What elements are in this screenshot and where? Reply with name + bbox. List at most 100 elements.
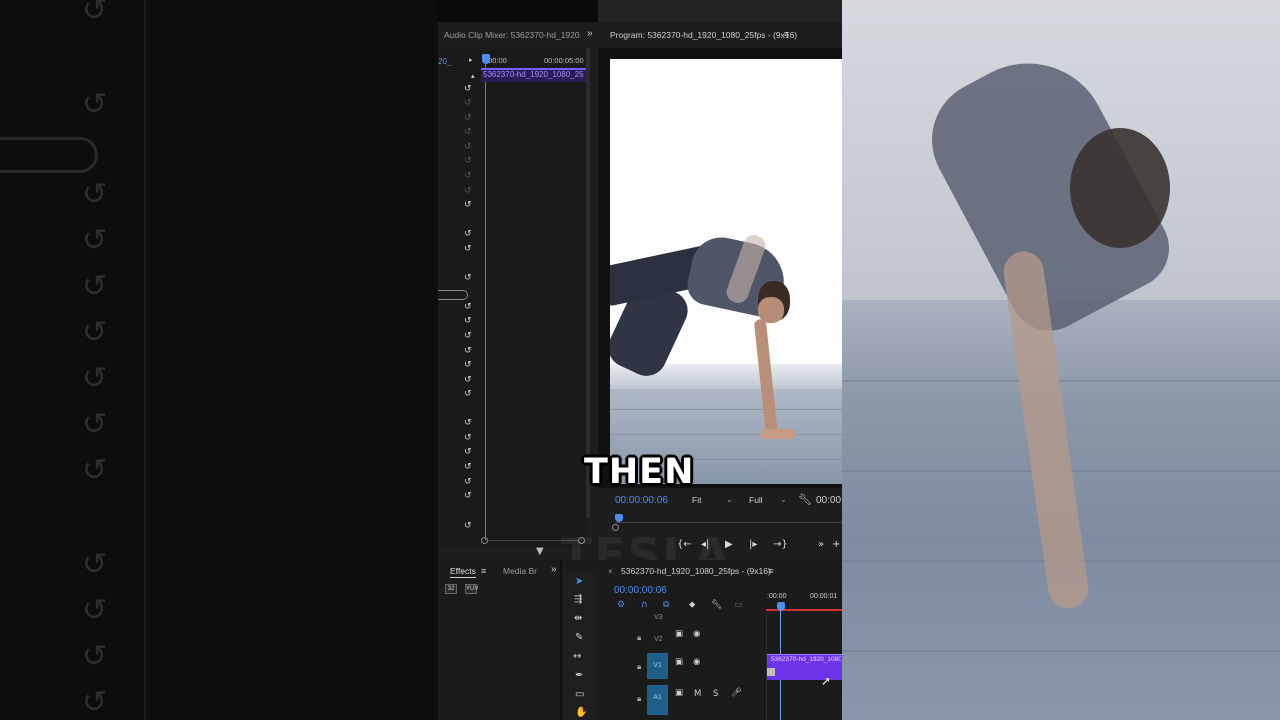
program-playhead[interactable] — [615, 514, 623, 522]
reset-undo-icon[interactable]: ↺ — [464, 491, 474, 501]
reset-undo-icon[interactable]: ↺ — [464, 331, 474, 341]
tab-program-monitor[interactable]: Program: 5362370-hd_1920_1080_25fps - (9… — [610, 30, 797, 40]
mark-out-button[interactable]: →} — [773, 539, 788, 550]
reset-undo-icon[interactable]: ↺ — [464, 98, 474, 108]
reset-undo-icon[interactable]: ↺ — [464, 433, 474, 443]
scroll-handle-left[interactable] — [612, 524, 619, 531]
eye-icon[interactable]: ◉ — [693, 629, 700, 639]
reset-undo-icon[interactable]: ↺ — [464, 84, 474, 94]
chevron-down-icon[interactable]: ⌄ — [780, 495, 787, 504]
solo-button[interactable]: S — [713, 689, 718, 699]
mixer-vertical-scrollbar[interactable] — [586, 48, 590, 518]
mixer-pill-field[interactable] — [438, 290, 468, 300]
panel-expand-icon[interactable]: » — [551, 564, 557, 575]
filter-icon[interactable]: ▼ — [536, 546, 544, 557]
reset-undo-icon[interactable]: ↺ — [464, 156, 474, 166]
lock-icon[interactable]: 🔒︎ — [637, 662, 641, 672]
razor-tool-icon[interactable]: ✎ — [575, 632, 583, 643]
more-controls-button[interactable]: » — [818, 539, 824, 550]
mouse-cursor-icon: ➚ — [821, 674, 832, 688]
reset-undo-icon[interactable]: ↺ — [464, 375, 474, 385]
reset-undo-icon[interactable]: ↺ — [464, 360, 474, 370]
lock-icon[interactable]: 🔒︎ — [637, 694, 641, 704]
panel-menu-icon[interactable]: ≡ — [481, 566, 486, 576]
track-label-v3: V3 — [654, 614, 663, 621]
track-target-v1[interactable]: V1 — [647, 653, 668, 679]
tab-media-browser[interactable]: Media Br — [503, 566, 537, 576]
mixer-playhead[interactable] — [482, 54, 490, 64]
32-bit-filter-button[interactable]: 32 — [445, 584, 457, 594]
rectangle-tool-icon[interactable]: ▭ — [575, 689, 584, 700]
play-icon[interactable]: ▸ — [469, 56, 473, 64]
reset-undo-icon[interactable]: ↺ — [464, 200, 474, 210]
timeline-timecode[interactable]: 00:00:00:06 — [614, 585, 667, 596]
resolution-select[interactable]: Full — [749, 495, 763, 505]
undo-icon: ↺ — [82, 223, 108, 258]
pen-tool-icon[interactable]: ✒ — [575, 670, 583, 681]
play-button[interactable]: ▶ — [725, 539, 733, 550]
undo-icon: ↺ — [82, 0, 108, 28]
mark-in-button[interactable]: {← — [677, 539, 692, 550]
reset-undo-icon[interactable]: ↺ — [464, 346, 474, 356]
reset-undo-icon[interactable]: ↺ — [464, 316, 474, 326]
timeline-settings-icon[interactable]: 🔧︎ — [711, 600, 722, 610]
floor-line — [842, 380, 1280, 382]
panel-expand-icon[interactable]: » — [587, 28, 593, 39]
track-target-a1[interactable]: A1 — [647, 685, 668, 715]
ripple-edit-tool-icon[interactable]: ⇹ — [574, 613, 582, 624]
reset-undo-icon[interactable]: ↺ — [464, 171, 474, 181]
chevron-down-icon[interactable]: ⌄ — [726, 495, 733, 504]
eye-icon[interactable]: ◉ — [693, 657, 700, 667]
program-timecode[interactable]: 00:00:00:06 — [615, 495, 668, 506]
audio-sync-icon[interactable]: ▣ — [675, 688, 683, 698]
panel-menu-icon[interactable]: ≡ — [784, 29, 789, 39]
add-button[interactable]: + — [832, 539, 840, 550]
reset-undo-icon[interactable]: ↺ — [464, 127, 474, 137]
reset-undo-icon[interactable]: ↺ — [464, 462, 474, 472]
reset-undo-icon[interactable]: ↺ — [464, 273, 474, 283]
reset-undo-icon[interactable]: ↺ — [464, 244, 474, 254]
settings-wrench-icon[interactable]: 🔧︎ — [798, 493, 812, 506]
panel-divider — [560, 560, 562, 720]
slip-tool-icon[interactable]: ↔ — [573, 651, 581, 662]
track-select-tool-icon[interactable]: ⇶ — [574, 594, 582, 605]
mute-button[interactable]: M — [694, 689, 701, 699]
add-marker-icon[interactable]: ⬥ — [689, 600, 695, 610]
tab-audio-clip-mixer[interactable]: Audio Clip Mixer: 5362370-hd_1920 — [444, 30, 580, 40]
step-forward-button[interactable]: |▸ — [749, 539, 757, 550]
linked-selection-icon[interactable]: ⧉ — [663, 600, 669, 610]
reset-undo-icon[interactable]: ↺ — [464, 113, 474, 123]
program-mini-timeline[interactable] — [615, 513, 842, 523]
reset-undo-icon[interactable]: ↺ — [464, 186, 474, 196]
scroll-handle-left[interactable] — [481, 537, 488, 544]
reset-undo-icon[interactable]: ↺ — [464, 521, 474, 531]
tab-effects[interactable]: Effects — [450, 566, 476, 578]
panel-menu-icon[interactable]: ≡ — [768, 566, 773, 576]
snap-magnet-icon[interactable]: ∩ — [641, 600, 648, 610]
nest-icon[interactable]: ⚙︎ — [617, 600, 625, 610]
microphone-icon[interactable]: 🎤︎ — [731, 688, 742, 698]
video-frame: ↺ ↺ ↺ ↺ ↺ ↺ ↺ ↺ ↺ ↺ ↺ ↺ ↺ Audio Clip Mix… — [0, 0, 1280, 720]
timeline-playhead[interactable] — [777, 602, 785, 611]
film-icon[interactable]: ▣ — [675, 657, 683, 667]
captions-icon[interactable]: ▭ — [734, 600, 743, 610]
step-back-button[interactable]: ◂| — [701, 539, 709, 550]
collapse-up-icon[interactable]: ▴ — [471, 71, 481, 81]
floor-seam — [610, 434, 842, 435]
film-icon[interactable]: ▣ — [675, 629, 683, 639]
yuv-filter-button[interactable]: YUV — [465, 584, 478, 594]
reset-undo-icon[interactable]: ↺ — [464, 229, 474, 239]
reset-undo-icon[interactable]: ↺ — [464, 418, 474, 428]
reset-undo-icon[interactable]: ↺ — [464, 389, 474, 399]
hand-tool-icon[interactable]: ✋ — [575, 707, 587, 718]
undo-icon: ↺ — [82, 361, 108, 396]
lock-icon[interactable]: 🔒︎ — [637, 633, 641, 643]
selection-tool-icon[interactable]: ➤ — [575, 576, 583, 587]
zoom-fit-select[interactable]: Fit — [692, 495, 701, 505]
reset-undo-icon[interactable]: ↺ — [464, 142, 474, 152]
tab-timeline-sequence[interactable]: 5362370-hd_1920_1080_25fps - (9x16) — [621, 566, 771, 576]
reset-undo-icon[interactable]: ↺ — [464, 447, 474, 457]
reset-undo-icon[interactable]: ↺ — [464, 302, 474, 312]
reset-undo-icon[interactable]: ↺ — [464, 477, 474, 487]
close-icon[interactable]: × — [608, 567, 613, 576]
